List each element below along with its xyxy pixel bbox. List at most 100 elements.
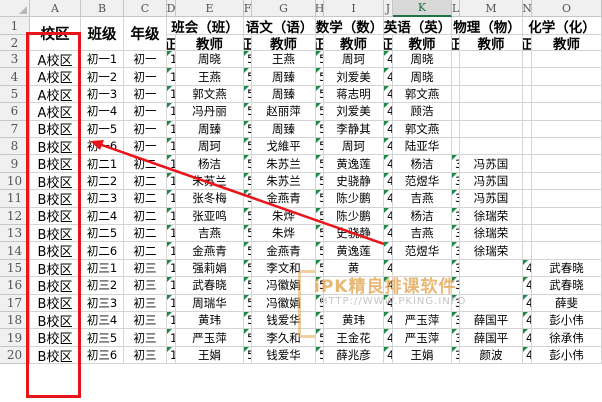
table-cell-m[interactable] bbox=[460, 294, 523, 312]
row-header-9[interactable]: 9 bbox=[0, 155, 30, 173]
table-cell-m[interactable] bbox=[460, 277, 523, 295]
table-cell-cls[interactable]: 初一6 bbox=[81, 138, 124, 156]
spreadsheet-grid[interactable]: ABCDEFGHIJKLMNO1234567891011121314151617… bbox=[0, 0, 602, 402]
table-cell-g[interactable]: 金燕青 bbox=[252, 242, 316, 260]
table-cell-m[interactable]: 冯苏国 bbox=[460, 172, 523, 191]
table-cell-d[interactable]: 1 bbox=[167, 51, 176, 69]
table-cell-j[interactable]: 4 bbox=[384, 68, 393, 86]
table-cell-j[interactable]: 4 bbox=[384, 346, 393, 365]
table-cell-k[interactable]: 范煜华 bbox=[393, 172, 452, 191]
table-cell-k[interactable]: 郭文燕 bbox=[393, 85, 452, 104]
table-cell-l[interactable]: 3 bbox=[452, 277, 460, 295]
table-cell-cls[interactable]: 初二4 bbox=[81, 207, 124, 225]
table-cell-k[interactable]: 周晓 bbox=[393, 51, 452, 69]
table-cell-g[interactable]: 戈維平 bbox=[252, 138, 316, 156]
table-cell-e[interactable]: 朱苏兰 bbox=[176, 172, 244, 191]
column-header-g[interactable]: G bbox=[252, 0, 316, 17]
table-cell-f[interactable]: 5 bbox=[244, 225, 252, 243]
table-cell-j[interactable]: 4 bbox=[384, 85, 393, 104]
table-cell-zone[interactable]: A校区 bbox=[30, 68, 81, 86]
table-cell-n2[interactable] bbox=[523, 207, 532, 225]
table-cell-f[interactable]: 5 bbox=[244, 103, 252, 121]
table-cell-h[interactable]: 5 bbox=[316, 312, 324, 330]
table-cell-g[interactable]: 赵丽萍 bbox=[252, 103, 316, 121]
header-subject-g1[interactable]: 班会（班） bbox=[167, 17, 244, 35]
table-cell-k[interactable]: 周晓 bbox=[393, 68, 452, 86]
table-cell-o[interactable] bbox=[532, 172, 602, 191]
table-cell-zone[interactable]: B校区 bbox=[30, 225, 81, 243]
table-cell-f[interactable]: 5 bbox=[244, 120, 252, 138]
table-cell-e[interactable]: 周珂 bbox=[176, 138, 244, 156]
table-cell-h[interactable]: 5 bbox=[316, 294, 324, 312]
table-cell-g[interactable]: 冯徽娟 bbox=[252, 294, 316, 312]
table-cell-f[interactable]: 5 bbox=[244, 312, 252, 330]
table-cell-o[interactable] bbox=[532, 242, 602, 260]
table-cell-k[interactable]: 顾浩 bbox=[393, 103, 452, 121]
table-cell-m[interactable]: 冯苏国 bbox=[460, 155, 523, 173]
table-cell-cls[interactable]: 初二6 bbox=[81, 242, 124, 260]
row-header-14[interactable]: 14 bbox=[0, 242, 30, 260]
table-cell-h[interactable]: 5 bbox=[316, 155, 324, 173]
table-cell-d[interactable]: 1 bbox=[167, 259, 176, 278]
table-cell-j[interactable]: 4 bbox=[384, 51, 393, 69]
table-cell-grade[interactable]: 初三 bbox=[124, 346, 167, 365]
table-cell-i[interactable]: 周珂 bbox=[324, 51, 384, 69]
header-zheng[interactable]: 正 bbox=[384, 35, 393, 51]
table-cell-h[interactable]: 5 bbox=[316, 259, 324, 278]
table-cell-f[interactable]: 5 bbox=[244, 294, 252, 312]
table-cell-g[interactable]: 周臻 bbox=[252, 85, 316, 104]
row-header-17[interactable]: 17 bbox=[0, 294, 30, 312]
table-cell-k[interactable] bbox=[393, 259, 452, 278]
column-header-k[interactable]: K bbox=[393, 0, 452, 17]
table-cell-zone[interactable]: B校区 bbox=[30, 259, 81, 278]
table-cell-e[interactable]: 周瑞华 bbox=[176, 294, 244, 312]
row-header-2[interactable]: 2 bbox=[0, 35, 30, 51]
table-cell-d[interactable]: 1 bbox=[167, 172, 176, 191]
table-cell-n2[interactable] bbox=[523, 242, 532, 260]
table-cell-l[interactable]: 3 bbox=[452, 259, 460, 278]
table-cell-e[interactable]: 王燕 bbox=[176, 68, 244, 86]
column-header-h[interactable]: H bbox=[316, 0, 324, 17]
row-header-3[interactable]: 3 bbox=[0, 51, 30, 69]
row-header-16[interactable]: 16 bbox=[0, 277, 30, 295]
table-cell-i[interactable] bbox=[324, 294, 384, 312]
table-cell-g[interactable]: 周臻 bbox=[252, 68, 316, 86]
table-cell-n2[interactable] bbox=[523, 138, 532, 156]
table-cell-e[interactable]: 周晓 bbox=[176, 51, 244, 69]
table-cell-j[interactable]: 4 bbox=[384, 259, 393, 278]
table-cell-k[interactable]: 严玉萍 bbox=[393, 312, 452, 330]
table-cell-d[interactable]: 1 bbox=[167, 207, 176, 225]
table-cell-k[interactable]: 杨洁 bbox=[393, 155, 452, 173]
table-cell-h[interactable]: 5 bbox=[316, 225, 324, 243]
table-cell-f[interactable]: 5 bbox=[244, 172, 252, 191]
table-cell-d[interactable]: 1 bbox=[167, 329, 176, 347]
table-cell-cls[interactable]: 初三5 bbox=[81, 329, 124, 347]
table-cell-l[interactable] bbox=[452, 85, 460, 104]
row-header-5[interactable]: 5 bbox=[0, 85, 30, 104]
table-cell-zone[interactable]: B校区 bbox=[30, 120, 81, 138]
table-cell-o[interactable] bbox=[532, 103, 602, 121]
table-cell-j[interactable]: 4 bbox=[384, 225, 393, 243]
table-cell-f[interactable]: 5 bbox=[244, 138, 252, 156]
table-cell-j[interactable]: 4 bbox=[384, 207, 393, 225]
table-cell-f[interactable]: 5 bbox=[244, 85, 252, 104]
table-cell-zone[interactable]: B校区 bbox=[30, 329, 81, 347]
table-cell-zone[interactable]: B校区 bbox=[30, 190, 81, 208]
header-subject-g5[interactable]: 物理（物） bbox=[452, 17, 523, 35]
table-cell-e[interactable]: 张亚鸣 bbox=[176, 207, 244, 225]
header-zheng[interactable]: 正 bbox=[523, 35, 532, 51]
column-header-b[interactable]: B bbox=[81, 0, 124, 17]
table-cell-zone[interactable]: B校区 bbox=[30, 277, 81, 295]
table-cell-k[interactable]: 严玉萍 bbox=[393, 329, 452, 347]
table-cell-grade[interactable]: 初二 bbox=[124, 242, 167, 260]
table-cell-j[interactable]: 4 bbox=[384, 329, 393, 347]
table-cell-o[interactable] bbox=[532, 138, 602, 156]
table-cell-cls[interactable]: 初一5 bbox=[81, 120, 124, 138]
table-cell-l[interactable]: 3 bbox=[452, 312, 460, 330]
column-header-m[interactable]: M bbox=[460, 0, 523, 17]
table-cell-l[interactable]: 3 bbox=[452, 294, 460, 312]
table-cell-i[interactable]: 黄玮 bbox=[324, 312, 384, 330]
table-cell-e[interactable]: 强莉娟 bbox=[176, 259, 244, 278]
table-cell-k[interactable]: 杨洁 bbox=[393, 207, 452, 225]
table-cell-j[interactable]: 4 bbox=[384, 155, 393, 173]
